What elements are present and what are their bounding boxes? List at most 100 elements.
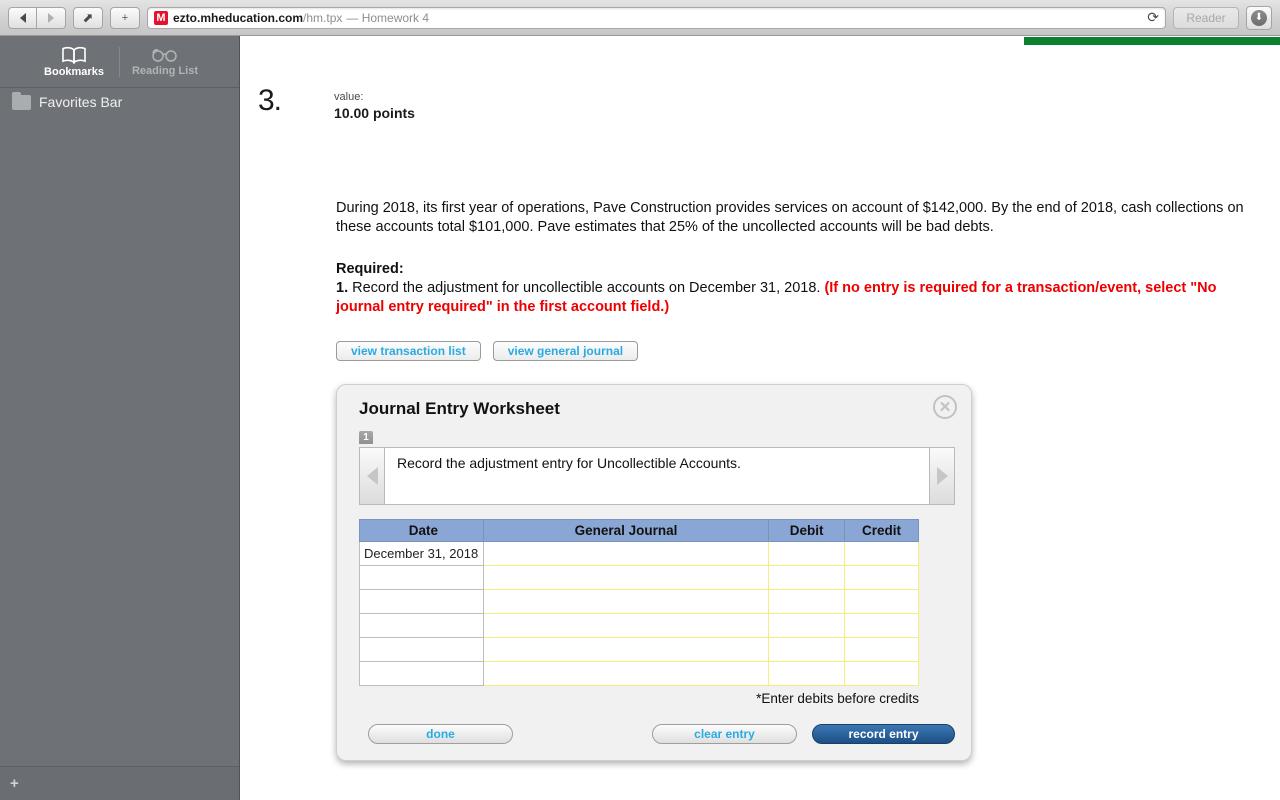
- cell-debit[interactable]: [768, 589, 846, 615]
- question-body: During 2018, its first year of operation…: [240, 199, 1280, 762]
- cell-debit[interactable]: [768, 565, 846, 591]
- forward-arrow-icon: [48, 12, 54, 23]
- share-button[interactable]: ⬈: [73, 6, 103, 29]
- column-header-date: Date: [359, 519, 484, 543]
- required-title: Required:: [336, 260, 404, 277]
- book-icon: [62, 46, 86, 64]
- cell-credit[interactable]: [844, 613, 919, 639]
- browser-window: ⬈ + M ezto.mheducation.com /hm.tpx — Hom…: [0, 0, 1280, 800]
- cell-date: [359, 589, 484, 615]
- cell-general-journal[interactable]: [482, 541, 770, 567]
- table-row: [359, 565, 919, 591]
- required-item: 1. Record the adjustment for uncollectib…: [336, 279, 1250, 318]
- cell-date: [359, 565, 484, 591]
- cell-credit[interactable]: [844, 589, 919, 615]
- url-path: /hm.tpx: [303, 10, 343, 25]
- sidebar-tab-bookmarks[interactable]: Bookmarks: [29, 46, 119, 78]
- address-bar[interactable]: M ezto.mheducation.com /hm.tpx — Homewor…: [147, 6, 1166, 29]
- browser-body: Bookmarks Reading List Favorites Bar + 3…: [0, 36, 1280, 800]
- share-icon: ⬈: [82, 9, 94, 25]
- table-row: [359, 637, 919, 663]
- table-row: [359, 589, 919, 615]
- required-number: 1.: [336, 279, 349, 296]
- cell-date: [359, 613, 484, 639]
- browser-toolbar: ⬈ + M ezto.mheducation.com /hm.tpx — Hom…: [0, 0, 1280, 36]
- sidebar-tab-label: Bookmarks: [44, 65, 104, 78]
- sidebar-tab-reading-list[interactable]: Reading List: [120, 47, 210, 77]
- done-button[interactable]: done: [368, 724, 513, 745]
- question-number: 3.: [258, 84, 282, 117]
- view-buttons: view transaction list view general journ…: [336, 341, 1250, 362]
- chevron-left-icon: [366, 467, 378, 486]
- url-host: ezto.mheducation.com: [173, 10, 304, 25]
- record-entry-button[interactable]: record entry: [812, 724, 955, 745]
- cell-date: [359, 637, 484, 663]
- reader-button[interactable]: Reader: [1173, 6, 1239, 29]
- sidebar-footer: +: [0, 766, 239, 800]
- cell-debit[interactable]: [768, 613, 846, 639]
- worksheet-tab-1[interactable]: 1: [359, 431, 373, 445]
- previous-entry-button[interactable]: [360, 448, 385, 505]
- cell-general-journal[interactable]: [482, 589, 770, 615]
- add-bookmark-icon[interactable]: +: [10, 775, 19, 792]
- table-body: December 31, 2018: [359, 541, 919, 687]
- value-label: value:: [334, 91, 364, 103]
- cell-general-journal[interactable]: [482, 661, 770, 687]
- reload-icon[interactable]: ⟳: [1147, 9, 1159, 26]
- view-transaction-list-button[interactable]: view transaction list: [336, 341, 481, 362]
- cell-debit[interactable]: [768, 661, 846, 687]
- cell-credit[interactable]: [844, 661, 919, 687]
- table-head: Date General Journal Debit Credit: [359, 519, 919, 543]
- folder-icon: [12, 91, 31, 110]
- required-block: Required: 1. Record the adjustment for u…: [336, 260, 1250, 318]
- column-header-general-journal: General Journal: [482, 519, 770, 543]
- downloads-button[interactable]: ⬇: [1246, 5, 1272, 30]
- column-header-credit: Credit: [844, 519, 919, 543]
- column-header-debit: Debit: [768, 519, 846, 543]
- nav-button-group: [8, 6, 66, 29]
- sidebar-tabs: Bookmarks Reading List: [0, 36, 239, 88]
- cell-debit[interactable]: [768, 637, 846, 663]
- next-entry-button[interactable]: [929, 448, 954, 505]
- chevron-right-icon: [936, 467, 948, 486]
- back-arrow-icon: [19, 12, 26, 23]
- page-content: 3. value: 10.00 points During 2018, its …: [240, 36, 1280, 800]
- cell-credit[interactable]: [844, 637, 919, 663]
- debits-before-credits-note: *Enter debits before credits: [756, 691, 919, 707]
- new-tab-button[interactable]: +: [110, 6, 140, 29]
- required-text: Record the adjustment for uncollectible …: [348, 279, 825, 296]
- table-row: [359, 661, 919, 687]
- cell-general-journal[interactable]: [482, 637, 770, 663]
- sidebar-item-label: Favorites Bar: [39, 94, 123, 110]
- glasses-icon: [152, 48, 177, 62]
- plus-icon: +: [121, 11, 129, 24]
- problem-statement: During 2018, its first year of operation…: [336, 200, 1244, 236]
- cell-credit[interactable]: [844, 565, 919, 591]
- view-general-journal-button[interactable]: view general journal: [492, 341, 639, 362]
- cell-general-journal[interactable]: [482, 613, 770, 639]
- value-points: 10.00 points: [334, 105, 415, 121]
- site-favicon: M: [154, 10, 168, 25]
- forward-button[interactable]: [37, 6, 66, 29]
- bookmarks-sidebar: Bookmarks Reading List Favorites Bar +: [0, 36, 240, 800]
- worksheet-instruction-strip: Record the adjustment entry for Uncollec…: [359, 447, 955, 506]
- download-icon: ⬇: [1251, 9, 1267, 26]
- question-header: 3. value: 10.00 points: [240, 36, 1280, 121]
- journal-entry-table: Date General Journal Debit Credit Decemb…: [359, 519, 919, 687]
- score-progress-bar: [1024, 37, 1280, 45]
- cell-date: [359, 661, 484, 687]
- clear-entry-button[interactable]: clear entry: [652, 724, 797, 745]
- worksheet-buttons: done clear entry record entry: [359, 724, 955, 745]
- cell-general-journal[interactable]: [482, 565, 770, 591]
- cell-credit[interactable]: [844, 541, 919, 567]
- back-button[interactable]: [8, 6, 37, 29]
- worksheet-title: Journal Entry Worksheet: [359, 399, 560, 419]
- sidebar-tab-label: Reading List: [131, 64, 198, 77]
- page-title-text: — Homework 4: [346, 10, 430, 25]
- table-row: [359, 613, 919, 639]
- table-header-row: Date General Journal Debit Credit: [359, 519, 919, 543]
- worksheet-tab-strip: 1: [359, 431, 955, 445]
- cell-debit[interactable]: [768, 541, 846, 567]
- sidebar-item-favorites-bar[interactable]: Favorites Bar: [0, 88, 239, 116]
